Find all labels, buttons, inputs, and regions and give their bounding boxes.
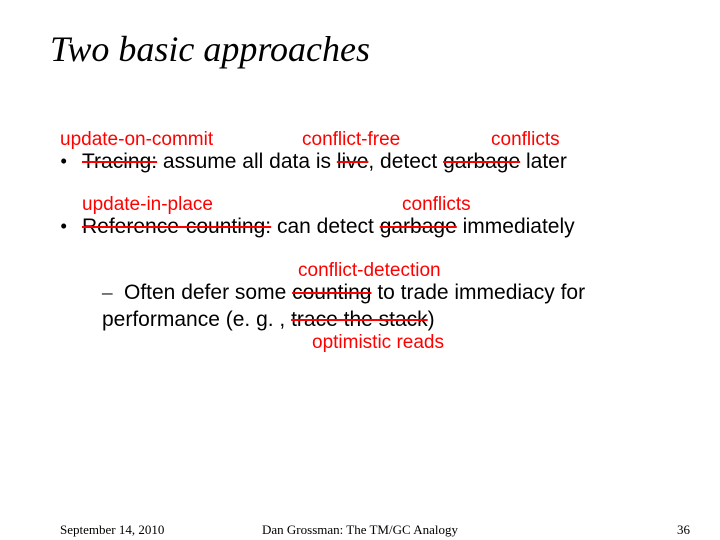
annotation-conflicts-1: conflicts <box>491 128 560 152</box>
text: Often defer some <box>124 281 292 304</box>
sub-bullet-1: – Often defer some counting to trade imm… <box>102 279 680 334</box>
bullet-1-text: Tracing: assume all data is live, detect… <box>82 150 567 173</box>
strike-tracing: Tracing: <box>82 150 157 173</box>
annotation-update-on-commit: update-on-commit <box>60 128 213 152</box>
strike-live: live <box>337 150 369 173</box>
strike-garbage-1: garbage <box>443 150 520 173</box>
text: ) <box>428 308 435 331</box>
text: , detect <box>368 150 443 173</box>
footer-page-number: 36 <box>677 522 690 538</box>
dash-mark: – <box>102 279 113 305</box>
bullet-1: • Tracing: assume all data is live, dete… <box>60 148 680 175</box>
strike-reference-counting: Reference-counting: <box>82 215 271 238</box>
annotation-update-in-place: update-in-place <box>82 193 213 217</box>
annotation-conflict-detection: conflict-detection <box>298 259 441 283</box>
annotation-conflict-free: conflict-free <box>302 128 400 152</box>
bullet-2: • Reference-counting: can detect garbage… <box>60 213 680 240</box>
text: assume all data is <box>157 150 337 173</box>
text: immediately <box>457 215 575 238</box>
text: later <box>520 150 567 173</box>
bullet-mark: • <box>60 148 67 174</box>
strike-garbage-2: garbage <box>380 215 457 238</box>
slide: Two basic approaches • Tracing: assume a… <box>0 0 720 540</box>
annotation-optimistic-reads: optimistic reads <box>312 331 444 355</box>
footer-center: Dan Grossman: The TM/GC Analogy <box>0 522 720 538</box>
annotation-conflicts-2: conflicts <box>402 193 471 217</box>
text: can detect <box>271 215 380 238</box>
slide-title: Two basic approaches <box>50 28 370 70</box>
bullet-2-text: Reference-counting: can detect garbage i… <box>82 215 575 238</box>
strike-counting: counting <box>292 281 371 304</box>
strike-trace-stack: trace the stack <box>291 308 428 331</box>
slide-body: • Tracing: assume all data is live, dete… <box>60 130 680 359</box>
sub-bullet-1-text: Often defer some counting to trade immed… <box>102 281 585 331</box>
bullet-mark: • <box>60 213 67 239</box>
